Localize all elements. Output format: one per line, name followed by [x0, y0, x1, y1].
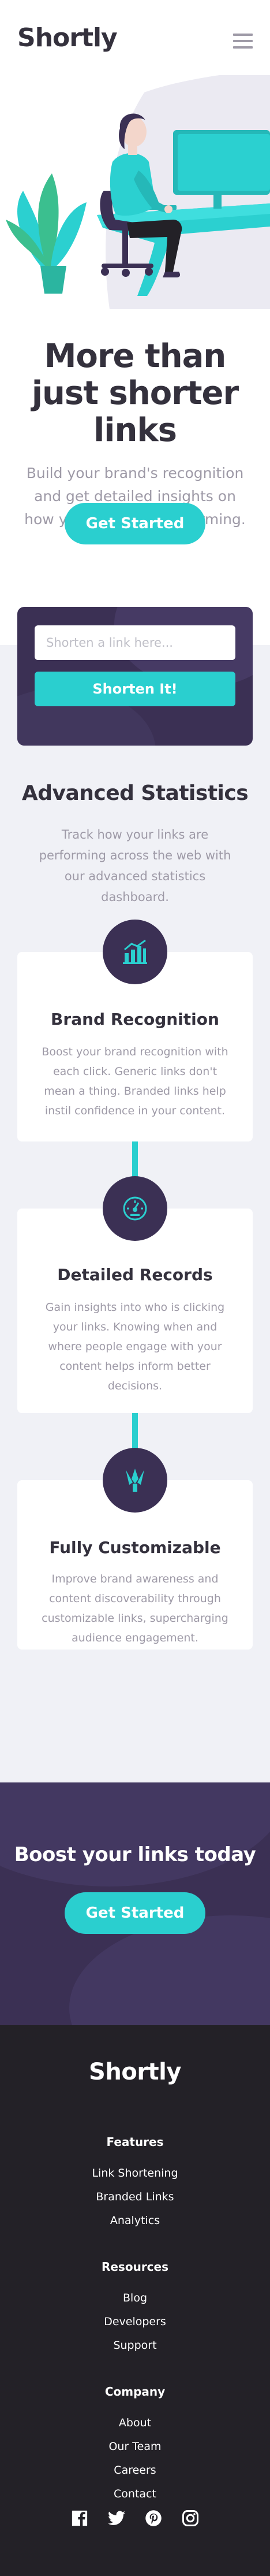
hamburger-menu-icon[interactable]: [233, 34, 253, 49]
shorten-link-form: Shorten It!: [17, 607, 253, 746]
site-logo[interactable]: Shortly: [17, 23, 118, 53]
footer-group-resources: Resources Blog Developers Support: [0, 2254, 270, 2358]
shorten-it-button[interactable]: Shorten It!: [35, 672, 235, 706]
footer-link-support[interactable]: Support: [0, 2334, 270, 2358]
footer-link-label: Support: [113, 2339, 157, 2352]
footer-link-branded-links[interactable]: Branded Links: [0, 2185, 270, 2209]
footer-link-contact[interactable]: Contact: [0, 2482, 270, 2506]
footer-link-label: Developers: [104, 2315, 166, 2328]
card-description: Gain insights into who is clicking your …: [45, 1301, 225, 1392]
footer-group-features: Features Link Shortening Branded Links A…: [0, 2129, 270, 2233]
footer-link-label: About: [118, 2416, 152, 2429]
pen-tools-icon: [103, 1448, 167, 1513]
pinterest-icon[interactable]: [144, 2508, 163, 2528]
hero-title: More than just shorter links: [31, 338, 239, 449]
footer-link-link-shortening[interactable]: Link Shortening: [0, 2162, 270, 2185]
footer-link-label: Our Team: [108, 2440, 162, 2453]
shorten-link-input[interactable]: [35, 625, 235, 660]
footer-logo[interactable]: Shortly: [0, 2059, 270, 2085]
site-footer: Shortly Features Link Shortening Branded…: [0, 2025, 270, 2576]
footer-heading: Features: [106, 2135, 164, 2149]
footer-link-label: Branded Links: [96, 2190, 174, 2203]
card-description: Improve brand awareness and content disc…: [42, 1573, 228, 1644]
footer-link-label: Careers: [114, 2464, 156, 2477]
footer-link-about[interactable]: About: [0, 2411, 270, 2435]
facebook-icon[interactable]: [70, 2508, 89, 2528]
person-working-at-desk-illustration: [0, 75, 270, 318]
instagram-icon[interactable]: [181, 2508, 200, 2528]
statistics-title: Advanced Statistics: [21, 781, 249, 805]
background-shape: [0, 1782, 270, 1886]
footer-group-company: Company About Our Team Careers Contact: [0, 2379, 270, 2506]
site-header: Shortly: [0, 0, 270, 75]
gauge-icon: [103, 1176, 167, 1241]
boost-title: Boost your links today: [14, 1843, 256, 1866]
footer-heading: Company: [104, 2385, 166, 2399]
statistics-subtitle: Track how your links are performing acro…: [39, 828, 231, 904]
footer-link-careers[interactable]: Careers: [0, 2459, 270, 2482]
card-title: Fully Customizable: [49, 1538, 221, 1557]
footer-link-analytics[interactable]: Analytics: [0, 2209, 270, 2233]
footer-link-label: Analytics: [110, 2214, 160, 2227]
boost-section: Boost your links today Get Started: [0, 1782, 270, 2025]
boost-get-started-button[interactable]: Get Started: [65, 1892, 205, 1934]
card-title: Detailed Records: [57, 1265, 213, 1284]
footer-link-developers[interactable]: Developers: [0, 2310, 270, 2334]
bar-chart-icon: [103, 920, 167, 984]
twitter-icon[interactable]: [107, 2508, 126, 2528]
hero-section: More than just shorter links Build your …: [0, 338, 270, 531]
footer-link-label: Contact: [114, 2488, 156, 2500]
footer-link-label: Link Shortening: [92, 2167, 178, 2180]
footer-link-label: Blog: [123, 2292, 147, 2304]
footer-link-blog[interactable]: Blog: [0, 2286, 270, 2310]
footer-heading: Resources: [101, 2260, 169, 2274]
card-title: Brand Recognition: [51, 1010, 219, 1029]
card-description: Boost your brand recognition with each c…: [42, 1046, 228, 1117]
get-started-button[interactable]: Get Started: [65, 503, 205, 544]
footer-link-our-team[interactable]: Our Team: [0, 2435, 270, 2459]
social-links: [0, 2508, 270, 2528]
